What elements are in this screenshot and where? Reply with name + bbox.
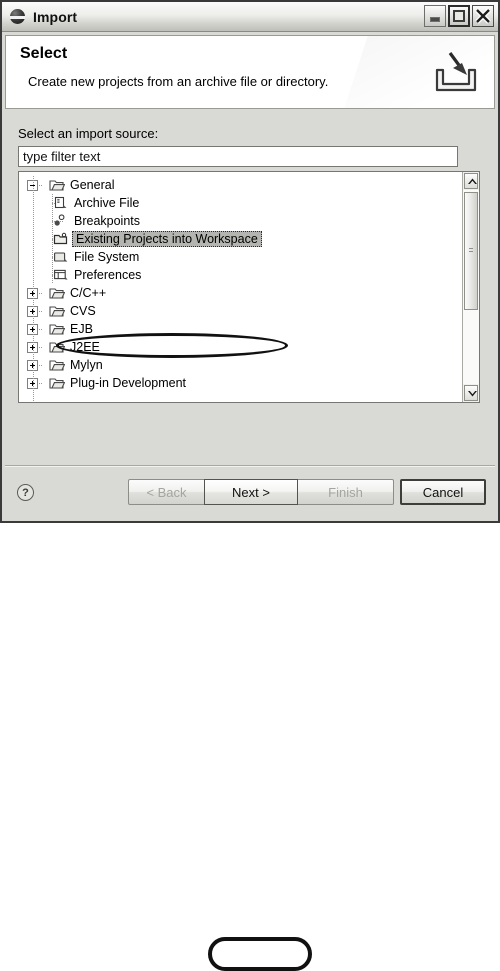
folder-open-icon — [49, 178, 66, 193]
eclipse-sphere-icon — [10, 9, 25, 24]
folder-closed-icon — [49, 304, 66, 319]
tree-item[interactable]: File System — [19, 248, 462, 266]
folder-closed-icon — [49, 358, 66, 373]
existing-projects-icon — [53, 232, 69, 247]
back-button[interactable]: < Back — [128, 479, 204, 505]
scroll-track[interactable] — [463, 190, 479, 384]
tree-item-label: J2EE — [70, 340, 100, 354]
folder-closed-icon — [49, 340, 66, 355]
tree-item-label: Plug-in Development — [70, 376, 187, 390]
tree-item-label: Mylyn — [70, 358, 103, 372]
dialog-body: Select an import source: General Archive … — [2, 109, 498, 467]
window-controls — [424, 5, 494, 27]
tree-item-label: Archive File — [74, 196, 140, 210]
annotation-ellipse-next-button — [208, 937, 312, 971]
next-button[interactable]: Next > — [204, 479, 298, 505]
scroll-down-button[interactable] — [464, 385, 478, 401]
tree-item[interactable]: Breakpoints — [19, 212, 462, 230]
dialog-footer: ? < Back Next > Finish Cancel — [2, 467, 498, 971]
import-dialog: Import Select Create new projects from a… — [0, 0, 500, 971]
import-source-label: Select an import source: — [18, 126, 159, 141]
folder-closed-icon — [49, 376, 66, 391]
wizard-header: Select Create new projects from an archi… — [5, 35, 495, 109]
tree-item-label: General — [70, 178, 115, 192]
tree-item[interactable]: Existing Projects into Workspace — [19, 230, 462, 248]
tree-item[interactable]: Preferences — [19, 266, 462, 284]
tree-item-label: CVS — [70, 304, 96, 318]
cancel-button[interactable]: Cancel — [400, 479, 486, 505]
preferences-icon — [53, 268, 69, 283]
tree-item-label: EJB — [70, 322, 93, 336]
title-bar[interactable]: Import — [2, 2, 498, 32]
tree-list: General Archive File Breakpoints Existing P… — [19, 172, 462, 402]
tree-item-label: C/C++ — [70, 286, 107, 300]
archive-file-icon — [53, 196, 69, 211]
tree-item[interactable]: EJB — [19, 320, 462, 338]
window-title: Import — [33, 8, 78, 25]
tree-item[interactable]: J2EE — [19, 338, 462, 356]
close-button[interactable] — [472, 5, 494, 27]
maximize-button[interactable] — [448, 5, 470, 27]
tree-item-label: File System — [74, 250, 140, 264]
tree-guide-line — [33, 176, 34, 402]
scroll-up-button[interactable] — [464, 173, 478, 189]
tree-item-label: Breakpoints — [74, 214, 141, 228]
folder-closed-icon — [49, 286, 66, 301]
import-source-tree[interactable]: General Archive File Breakpoints Existing P… — [18, 171, 480, 403]
tree-item-label: Preferences — [74, 268, 142, 282]
breakpoints-icon — [53, 213, 69, 229]
finish-button[interactable]: Finish — [298, 479, 394, 505]
page-description: Create new projects from an archive file… — [28, 74, 329, 89]
tree-item[interactable]: Mylyn — [19, 356, 462, 374]
tree-item[interactable]: General — [19, 176, 462, 194]
tree-item-label: Existing Projects into Workspace — [72, 231, 262, 247]
folder-closed-icon — [49, 322, 66, 337]
scroll-thumb[interactable] — [464, 192, 478, 311]
tree-item[interactable]: Plug-in Development — [19, 374, 462, 392]
minimize-button[interactable] — [424, 5, 446, 27]
page-title: Select — [20, 45, 68, 62]
tree-item[interactable]: C/C++ — [19, 284, 462, 302]
tree-scrollbar[interactable] — [462, 172, 479, 402]
tree-item[interactable]: CVS — [19, 302, 462, 320]
import-arrow-icon — [435, 52, 477, 92]
file-system-icon — [53, 250, 69, 265]
filter-input[interactable] — [18, 146, 458, 167]
tree-item[interactable]: Archive File — [19, 194, 462, 212]
help-icon[interactable]: ? — [17, 484, 34, 501]
